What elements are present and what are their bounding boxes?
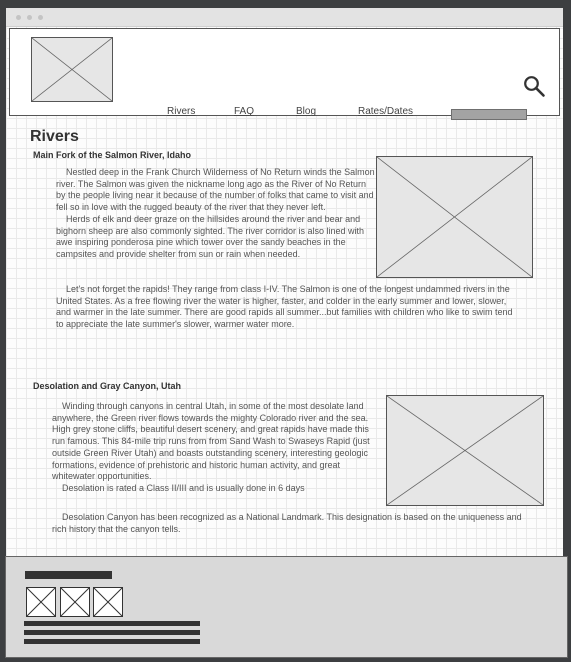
salmon-rapids-text: Let's not forget the rapids! They range …	[56, 284, 516, 331]
window-maximize-dot[interactable]	[38, 15, 43, 20]
salmon-paragraph-1: Nestled deep in the Frank Church Wildern…	[56, 167, 375, 213]
footer-thumbnail-2[interactable]	[60, 587, 90, 617]
desolation-body-text: Winding through canyons in central Utah,…	[52, 401, 377, 495]
footer-text-line-2	[24, 630, 200, 635]
nav-link-rates-dates[interactable]: Rates/Dates	[358, 106, 413, 117]
site-footer	[5, 556, 568, 658]
nav-link-faq[interactable]: FAQ	[234, 106, 254, 117]
page-title: Rivers	[30, 128, 79, 145]
salmon-body-text: Nestled deep in the Frank Church Wildern…	[56, 167, 376, 261]
browser-window: Rivers FAQ Blog Rates/Dates Rivers Main …	[6, 8, 563, 556]
salmon-paragraph-3: Let's not forget the rapids! They range …	[56, 284, 513, 330]
desolation-paragraph-2: Desolation is rated a Class II/III and i…	[62, 482, 305, 493]
salmon-image-placeholder	[376, 156, 533, 278]
desolation-paragraph-3: Desolation Canyon has been recognized as…	[52, 512, 522, 534]
desolation-landmark-text: Desolation Canyon has been recognized as…	[52, 512, 522, 535]
section-heading-salmon: Main Fork of the Salmon River, Idaho	[33, 150, 192, 160]
search-icon[interactable]	[522, 74, 548, 100]
search-input[interactable]	[451, 109, 527, 120]
site-header: Rivers FAQ Blog Rates/Dates	[9, 28, 560, 120]
footer-thumbnail-3[interactable]	[93, 587, 123, 617]
window-titlebar	[6, 8, 563, 27]
footer-text-line-3	[24, 639, 200, 644]
logo-placeholder[interactable]	[31, 37, 113, 102]
footer-thumbnail-1[interactable]	[26, 587, 56, 617]
footer-text-line-1	[24, 621, 200, 626]
nav-link-rivers[interactable]: Rivers	[167, 106, 195, 117]
nav-link-blog[interactable]: Blog	[296, 106, 316, 117]
desolation-paragraph-1: Winding through canyons in central Utah,…	[52, 401, 370, 482]
section-heading-desolation: Desolation and Gray Canyon, Utah	[33, 381, 182, 391]
desolation-image-placeholder	[386, 395, 544, 506]
window-minimize-dot[interactable]	[27, 15, 32, 20]
window-close-dot[interactable]	[16, 15, 21, 20]
footer-title-bar	[25, 571, 112, 579]
salmon-paragraph-2: Herds of elk and deer graze on the hills…	[56, 213, 364, 259]
